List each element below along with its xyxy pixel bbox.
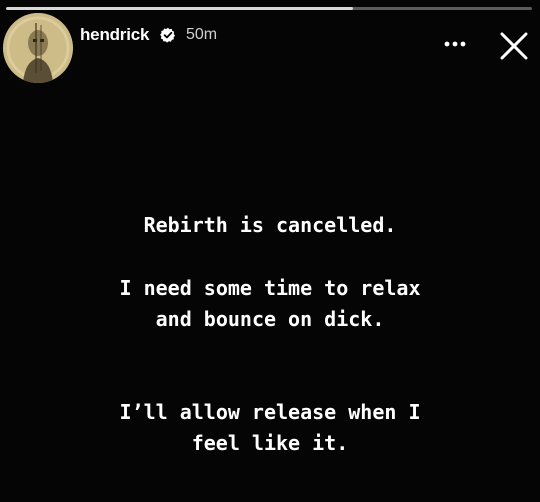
story-viewer[interactable]: hendrick 50m Rebirth is cancelled. I nee… [0, 0, 540, 502]
story-text-paragraph-3: I’ll allow release when I feel like it. [119, 400, 421, 455]
username[interactable]: hendrick [80, 25, 149, 45]
more-options-button[interactable] [440, 34, 470, 54]
story-progress-bar [6, 7, 532, 10]
avatar[interactable] [3, 13, 73, 83]
post-timestamp: 50m [186, 26, 218, 43]
story-progress-fill [6, 7, 354, 10]
close-icon[interactable] [496, 28, 532, 64]
avatar-photo-icon [3, 13, 73, 83]
more-dots-icon [444, 41, 466, 47]
story-text-paragraph-1: Rebirth is cancelled. [143, 213, 397, 237]
verified-badge-icon [160, 27, 175, 43]
story-text-paragraph-2: I need some time to relax and bounce on … [119, 276, 421, 331]
